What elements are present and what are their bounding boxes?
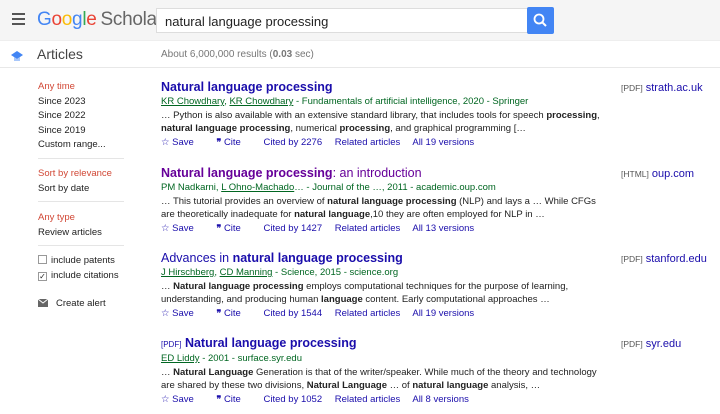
- result-actions: ☆ Save ❞ Cite Cited by 1427 Related arti…: [161, 223, 601, 234]
- include-options: include patents ✓ include citations: [38, 255, 119, 284]
- result-title-link[interactable]: Advances in natural language processing: [161, 251, 601, 266]
- result-title-link[interactable]: Natural language processing: [161, 80, 601, 95]
- result-title-link[interactable]: Natural language processing: an introduc…: [161, 166, 601, 181]
- related-articles-link[interactable]: Related articles: [335, 394, 400, 405]
- result-item: Advances in natural language processing …: [161, 251, 601, 319]
- result-actions: ☆ Save ❞ Cite Cited by 2276 Related arti…: [161, 137, 601, 148]
- result-actions: ☆ Save ❞ Cite Cited by 1052 Related arti…: [161, 394, 601, 405]
- sort-filter: Sort by relevance Sort by date: [38, 168, 112, 197]
- related-articles-link[interactable]: Related articles: [335, 308, 400, 319]
- result-snippet: … This tutorial provides an overview of …: [161, 196, 596, 220]
- versions-link[interactable]: All 13 versions: [412, 223, 474, 234]
- save-button[interactable]: ☆ Save: [161, 308, 204, 319]
- envelope-icon: [37, 298, 49, 307]
- full-text-link[interactable]: [HTML] oup.com: [621, 168, 694, 180]
- include-citations-checkbox[interactable]: ✓ include citations: [38, 270, 119, 285]
- result-snippet: … Natural Language Generation is that of…: [161, 367, 597, 391]
- type-review[interactable]: Review articles: [38, 227, 102, 242]
- search-button[interactable]: [527, 7, 554, 34]
- save-button[interactable]: ☆ Save: [161, 394, 204, 405]
- search-icon: [533, 13, 547, 27]
- articles-icon: [11, 51, 23, 61]
- search-input[interactable]: natural language processing: [156, 8, 528, 33]
- type-filter: Any type Review articles: [38, 212, 102, 241]
- sort-date[interactable]: Sort by date: [38, 183, 112, 198]
- results-count: About 6,000,000 results (0.03 sec): [161, 49, 314, 60]
- logo[interactable]: Google Scholar: [37, 9, 163, 31]
- result-authors: J Hirschberg, CD Manning - Science, 2015…: [161, 267, 399, 278]
- create-alert-link[interactable]: Create alert: [37, 298, 106, 313]
- result-snippet: … Natural language processing employs co…: [161, 281, 569, 305]
- quote-icon: ❞: [216, 223, 222, 233]
- section-title: Articles: [37, 46, 83, 62]
- divider: [38, 245, 124, 246]
- divider: [38, 201, 124, 202]
- cited-by-link[interactable]: Cited by 1544: [263, 308, 322, 319]
- save-button[interactable]: ☆ Save: [161, 223, 204, 234]
- cited-by-link[interactable]: Cited by 1052: [263, 394, 322, 405]
- result-authors: ED Liddy - 2001 - surface.syr.edu: [161, 353, 303, 364]
- result-authors: KR Chowdhary, KR Chowdhary - Fundamental…: [161, 96, 529, 107]
- related-articles-link[interactable]: Related articles: [335, 137, 400, 148]
- cited-by-link[interactable]: Cited by 1427: [263, 223, 322, 234]
- menu-icon[interactable]: [12, 13, 25, 28]
- versions-link[interactable]: All 19 versions: [412, 308, 474, 319]
- type-any[interactable]: Any type: [38, 212, 102, 227]
- quote-icon: ❞: [216, 137, 222, 147]
- top-bar: Google Scholar natural language processin…: [0, 0, 720, 40]
- sort-relevance[interactable]: Sort by relevance: [38, 168, 112, 183]
- filter-since-2022[interactable]: Since 2022: [38, 110, 106, 125]
- sub-header: Articles About 6,000,000 results (0.03 s…: [0, 40, 720, 68]
- filter-custom-range[interactable]: Custom range...: [38, 139, 106, 154]
- result-authors: PM Nadkarni, L Ohno-Machado… - Journal o…: [161, 182, 496, 193]
- cite-button[interactable]: ❞ Cite: [216, 394, 250, 405]
- result-actions: ☆ Save ❞ Cite Cited by 1544 Related arti…: [161, 308, 601, 319]
- result-item: Natural language processing KR Chowdhary…: [161, 80, 601, 148]
- full-text-link[interactable]: [PDF] stanford.edu: [621, 253, 707, 265]
- cited-by-link[interactable]: Cited by 2276: [263, 137, 322, 148]
- cite-button[interactable]: ❞ Cite: [216, 308, 250, 319]
- versions-link[interactable]: All 19 versions: [412, 137, 474, 148]
- result-item: [PDF] Natural language processing ED Lid…: [161, 336, 601, 405]
- full-text-link[interactable]: [PDF] strath.ac.uk: [621, 82, 703, 94]
- cite-button[interactable]: ❞ Cite: [216, 223, 250, 234]
- divider: [38, 158, 124, 159]
- quote-icon: ❞: [216, 394, 222, 404]
- result-item: Natural language processing: an introduc…: [161, 166, 601, 234]
- full-text-link[interactable]: [PDF] syr.edu: [621, 338, 681, 350]
- cite-button[interactable]: ❞ Cite: [216, 137, 250, 148]
- filter-since-2019[interactable]: Since 2019: [38, 125, 106, 140]
- result-snippet: … Python is also available with an exten…: [161, 110, 600, 134]
- versions-link[interactable]: All 8 versions: [412, 394, 469, 405]
- related-articles-link[interactable]: Related articles: [335, 223, 400, 234]
- filter-since-2023[interactable]: Since 2023: [38, 96, 106, 111]
- include-patents-checkbox[interactable]: include patents: [38, 255, 119, 270]
- save-button[interactable]: ☆ Save: [161, 137, 204, 148]
- filter-any-time[interactable]: Any time: [38, 81, 106, 96]
- time-filter: Any time Since 2023 Since 2022 Since 201…: [38, 81, 106, 154]
- quote-icon: ❞: [216, 308, 222, 318]
- result-title-link[interactable]: [PDF] Natural language processing: [161, 336, 601, 352]
